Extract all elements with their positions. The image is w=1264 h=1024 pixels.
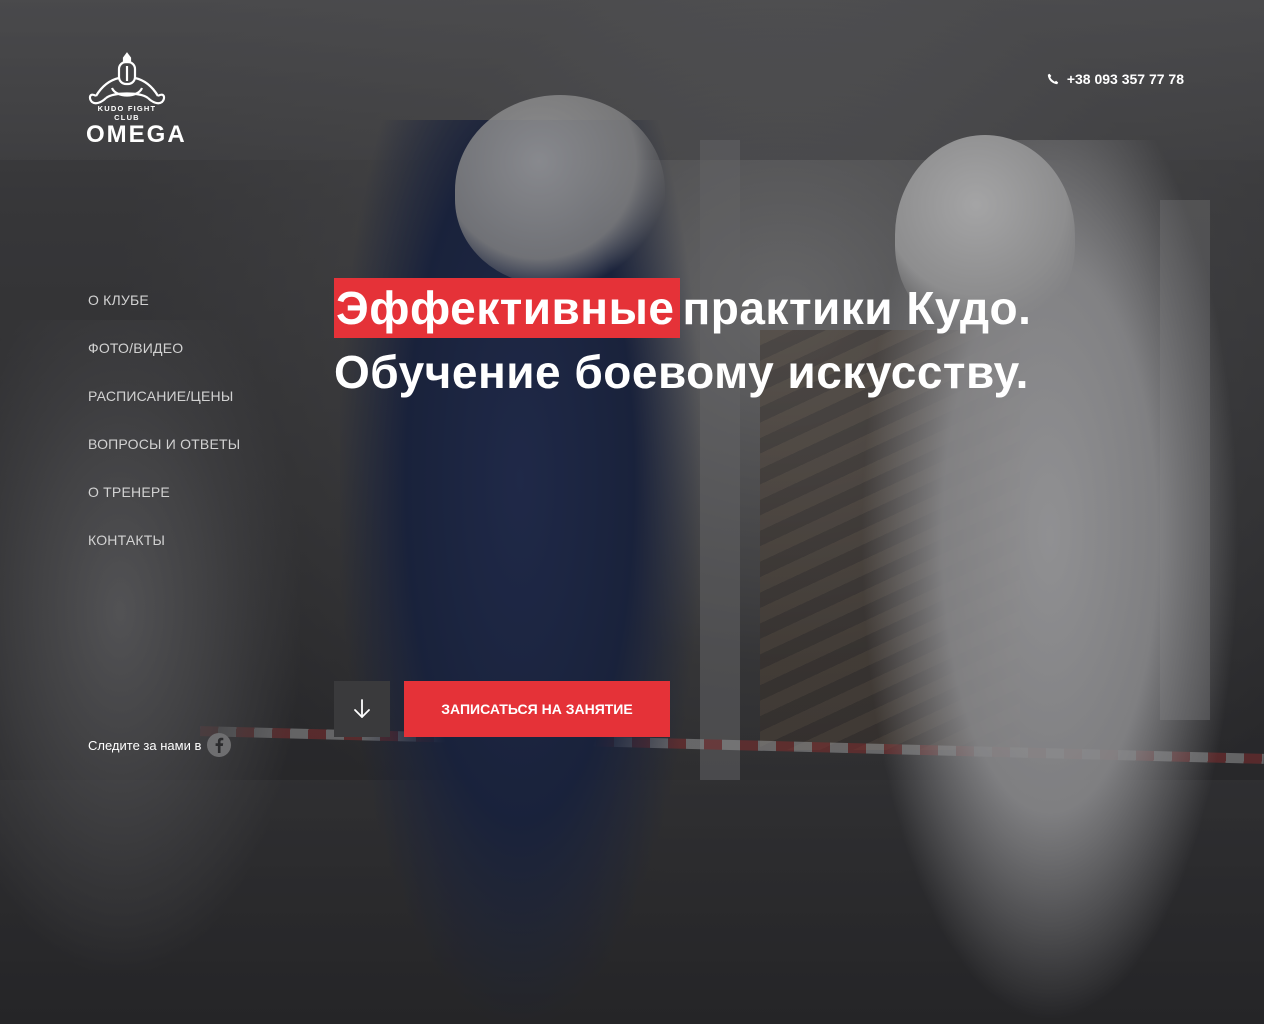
phone-link[interactable]: +38 093 357 77 78 — [1047, 71, 1184, 87]
scroll-down-button[interactable] — [334, 681, 390, 737]
signup-button[interactable]: ЗАПИСАТЬСЯ НА ЗАНЯТИЕ — [404, 681, 670, 737]
main-nav: О КЛУБЕ ФОТО/ВИДЕО РАСПИСАНИЕ/ЦЕНЫ ВОПРО… — [88, 291, 240, 579]
hero-headline: Эффективные практики Кудо. Обучение боево… — [334, 276, 1034, 404]
facebook-icon[interactable] — [207, 733, 232, 757]
hero-section: KUDO FIGHT CLUB OMEGA +38 093 357 77 78 … — [0, 0, 1264, 1024]
facebook-glyph — [215, 737, 224, 753]
nav-item-schedule[interactable]: РАСПИСАНИЕ/ЦЕНЫ — [88, 387, 240, 435]
logo-text: KUDO FIGHT CLUB OMEGA — [86, 104, 187, 148]
nav-item-media[interactable]: ФОТО/ВИДЕО — [88, 339, 240, 387]
follow-label: Следите за нами в — [88, 737, 202, 753]
nav-item-coach[interactable]: О ТРЕНЕРЕ — [88, 483, 240, 531]
logo-subtitle: KUDO FIGHT CLUB — [97, 104, 157, 122]
nav-item-faq[interactable]: ВОПРОСЫ И ОТВЕТЫ — [88, 435, 240, 483]
social-follow: Следите за нами в — [88, 733, 232, 757]
headline-highlight: Эффективные — [334, 278, 681, 338]
nav-item-about[interactable]: О КЛУБЕ — [88, 291, 240, 339]
phone-icon — [1047, 73, 1059, 85]
arrow-down-icon — [354, 699, 370, 718]
phone-number: +38 093 357 77 78 — [1066, 71, 1184, 87]
logo-title: OMEGA — [86, 121, 187, 148]
nav-item-contacts[interactable]: КОНТАКТЫ — [88, 531, 240, 579]
